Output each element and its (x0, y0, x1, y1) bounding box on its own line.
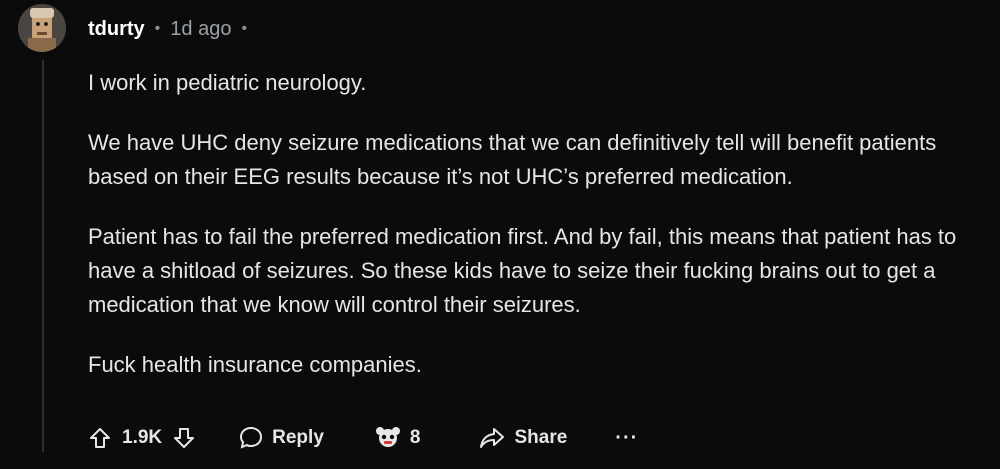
vote-count: 1.9K (122, 427, 163, 448)
award-button[interactable]: 8 (374, 425, 421, 451)
avatar-image (18, 4, 66, 52)
avatar[interactable] (18, 4, 66, 52)
comment-paragraph: Patient has to fail the preferred medica… (88, 224, 957, 317)
separator-dot: • (241, 20, 248, 37)
timestamp[interactable]: 1d ago (170, 18, 231, 41)
action-bar: 1.9K Reply 8 Share ··· (88, 420, 638, 456)
comment-paragraph: Fuck health insurance companies. (88, 352, 422, 377)
comment-body: I work in pediatric neurology. We have U… (88, 66, 988, 408)
award-count: 8 (409, 427, 421, 448)
more-options-button[interactable]: ··· (615, 427, 638, 450)
share-button[interactable]: Share (478, 426, 567, 450)
separator-dot: • (154, 20, 161, 37)
comment-header: tdurty • 1d ago • (88, 14, 247, 44)
more-label: ··· (615, 426, 639, 449)
thread-line[interactable] (42, 60, 44, 452)
vote-controls: 1.9K (88, 426, 196, 450)
reply-button[interactable]: Reply (238, 425, 324, 451)
username[interactable]: tdurty (88, 18, 145, 41)
comment: tdurty • 1d ago • I work in pediatric ne… (0, 0, 1000, 469)
award-icon (374, 425, 402, 451)
upvote-icon[interactable] (88, 426, 112, 450)
downvote-icon[interactable] (172, 426, 196, 450)
speech-bubble-icon (238, 425, 264, 451)
reply-label: Reply (272, 427, 324, 448)
comment-paragraph: We have UHC deny seizure medications tha… (88, 130, 937, 189)
comment-paragraph: I work in pediatric neurology. (88, 70, 367, 95)
share-arrow-icon (478, 426, 506, 450)
share-label: Share (514, 427, 568, 448)
